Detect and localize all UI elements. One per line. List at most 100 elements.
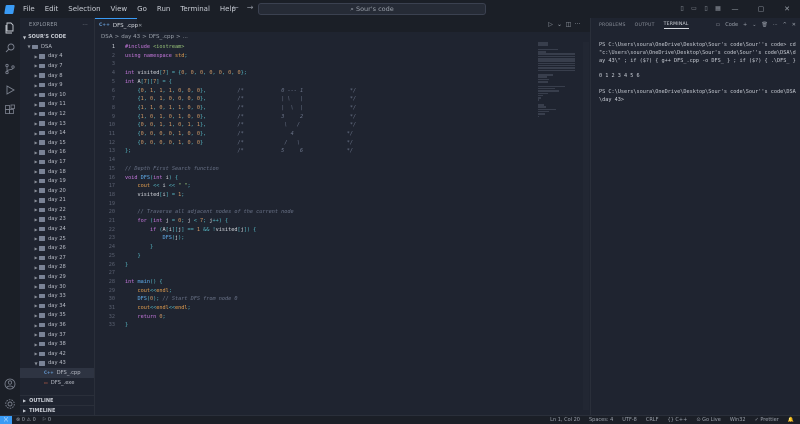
menu-edit[interactable]: Edit (40, 0, 64, 18)
tree-folder[interactable]: ▶ day 34 (20, 301, 94, 311)
menu-view[interactable]: View (106, 0, 133, 18)
tree-folder[interactable]: ▶ day 28 (20, 263, 94, 273)
tree-folder[interactable]: ▶ day 26 (20, 243, 94, 253)
tree-folder[interactable]: ▶ day 36 (20, 320, 94, 330)
terminal-output[interactable]: PS C:\Users\soura\OneDrive\Desktop\Sour'… (599, 42, 797, 104)
status-item[interactable]: Win32 (730, 417, 746, 423)
tree-folder[interactable]: ▶ day 24 (20, 224, 94, 234)
workspace-section[interactable]: ▼ SOUR'S CODE (20, 32, 94, 42)
tree-folder[interactable]: ▶ day 14 (20, 128, 94, 138)
close-panel-icon[interactable]: ✕ (792, 22, 796, 28)
tree-folder[interactable]: ▶ day 11 (20, 100, 94, 110)
tree-folder[interactable]: ▶ day 8 (20, 71, 94, 81)
status-item[interactable]: ⊙ Go Live (696, 417, 721, 423)
settings-gear-icon[interactable] (4, 398, 16, 410)
outline-section[interactable]: ▶ OUTLINE (20, 395, 95, 405)
more-actions-icon[interactable]: ··· (82, 22, 88, 28)
status-item[interactable]: ✓ Prettier (755, 417, 779, 423)
code-line: 29 cout<<endl; (95, 287, 550, 296)
search-icon[interactable] (4, 42, 16, 54)
tree-folder[interactable]: ▶ day 25 (20, 234, 94, 244)
status-item[interactable]: ⚐ 0 (42, 417, 51, 423)
timeline-section[interactable]: ▶ TIMELINE (20, 405, 95, 415)
status-item[interactable]: 🔔 (788, 417, 794, 423)
extensions-icon[interactable] (4, 104, 16, 116)
account-icon[interactable] (4, 378, 16, 390)
run-code-icon[interactable]: ▷ (546, 18, 555, 32)
menu-go[interactable]: Go (132, 0, 152, 18)
editor-scrollbar[interactable] (583, 42, 589, 410)
tree-folder[interactable]: ▶ day 12 (20, 109, 94, 119)
more-actions-icon[interactable]: ··· (573, 18, 582, 32)
new-terminal-icon[interactable]: + (743, 22, 747, 28)
tree-folder[interactable]: ▶ day 23 (20, 215, 94, 225)
back-arrow-icon[interactable]: ← (232, 3, 239, 12)
trash-icon[interactable]: 🗑 (761, 22, 767, 28)
code-editor[interactable]: 1 #include <iostream> 2 using namespace std… (95, 42, 550, 410)
tree-folder[interactable]: ▶ day 22 (20, 205, 94, 215)
tab-dfs-cpp[interactable]: C++ DFS_.cpp ✕ (95, 18, 142, 32)
tree-folder[interactable]: ▶ day 13 (20, 119, 94, 129)
status-item[interactable]: UTF-8 (622, 417, 637, 423)
maximize-panel-icon[interactable]: ^ (783, 22, 787, 28)
toggle-panel-icon[interactable]: ▭ (688, 0, 700, 18)
tree-folder-root[interactable]: ▼ DSA (20, 42, 94, 52)
breadcrumb-item[interactable]: DFS_.cpp (149, 34, 174, 40)
tree-folder[interactable]: ▶ day 35 (20, 311, 94, 321)
remote-icon[interactable]: ⟩⟨ (0, 415, 12, 424)
more-actions-icon[interactable]: ··· (773, 22, 778, 28)
tree-folder[interactable]: ▶ day 4 (20, 52, 94, 62)
tree-file[interactable]: C++ DFS_.cpp (20, 368, 94, 378)
tree-folder[interactable]: ▶ day 27 (20, 253, 94, 263)
menu-selection[interactable]: Selection (63, 0, 105, 18)
menu-file[interactable]: File (18, 0, 40, 18)
toggle-sidebar-icon[interactable]: ▯ (676, 0, 688, 18)
tree-folder[interactable]: ▶ day 33 (20, 291, 94, 301)
tree-folder[interactable]: ▶ day 17 (20, 157, 94, 167)
close-window-button[interactable]: ✕ (774, 0, 800, 18)
status-item[interactable]: CRLF (646, 417, 659, 423)
terminal-name[interactable]: Code (725, 22, 738, 28)
tree-folder[interactable]: ▶ day 15 (20, 138, 94, 148)
tree-folder[interactable]: ▶ day 9 (20, 80, 94, 90)
tree-folder[interactable]: ▶ day 38 (20, 339, 94, 349)
split-editor-icon[interactable]: ◫ (564, 18, 573, 32)
run-dropdown-icon[interactable]: ⌄ (555, 18, 564, 32)
explorer-icon[interactable] (4, 22, 16, 34)
forward-arrow-icon[interactable]: → (247, 3, 254, 12)
tree-folder[interactable]: ▶ day 37 (20, 330, 94, 340)
tree-folder[interactable]: ▶ day 20 (20, 186, 94, 196)
tree-folder[interactable]: ▼ day 43 (20, 359, 94, 369)
breadcrumb-item[interactable]: ... (183, 34, 188, 40)
breadcrumb-item[interactable]: day 43 (121, 34, 140, 40)
tab-problems[interactable]: PROBLEMS (599, 23, 626, 28)
tab-terminal[interactable]: TERMINAL (663, 22, 689, 29)
tree-folder[interactable]: ▶ day 42 (20, 349, 94, 359)
status-item[interactable]: ⊗ 0 ⚠ 0 (16, 417, 36, 423)
menu-terminal[interactable]: Terminal (175, 0, 215, 18)
toggle-secondary-sidebar-icon[interactable]: ▯ (700, 0, 712, 18)
status-item[interactable]: Ln 1, Col 20 (550, 417, 580, 423)
close-tab-icon[interactable]: ✕ (138, 23, 142, 29)
maximize-button[interactable]: ▢ (748, 0, 774, 18)
status-item[interactable]: Spaces: 4 (589, 417, 613, 423)
command-center-search[interactable]: ⌕ Sour's code (258, 3, 486, 15)
menu-run[interactable]: Run (152, 0, 175, 18)
tree-folder[interactable]: ▶ day 18 (20, 167, 94, 177)
minimap[interactable] (538, 42, 578, 122)
chevron-down-icon[interactable]: ⌄ (752, 22, 756, 28)
tree-folder[interactable]: ▶ day 10 (20, 90, 94, 100)
minimize-button[interactable]: — (722, 0, 748, 18)
tree-folder[interactable]: ▶ day 19 (20, 176, 94, 186)
status-item[interactable]: {} C++ (667, 417, 687, 423)
tree-folder[interactable]: ▶ day 16 (20, 148, 94, 158)
tree-folder[interactable]: ▶ day 29 (20, 272, 94, 282)
tree-folder[interactable]: ▶ day 21 (20, 196, 94, 206)
source-control-icon[interactable] (4, 63, 16, 75)
tree-folder[interactable]: ▶ day 7 (20, 61, 94, 71)
run-debug-icon[interactable] (4, 84, 16, 96)
tree-folder[interactable]: ▶ day 30 (20, 282, 94, 292)
breadcrumb-item[interactable]: DSA (101, 34, 113, 40)
tab-output[interactable]: OUTPUT (635, 23, 655, 28)
tree-file[interactable]: ▭ DFS_.exe (20, 378, 94, 388)
